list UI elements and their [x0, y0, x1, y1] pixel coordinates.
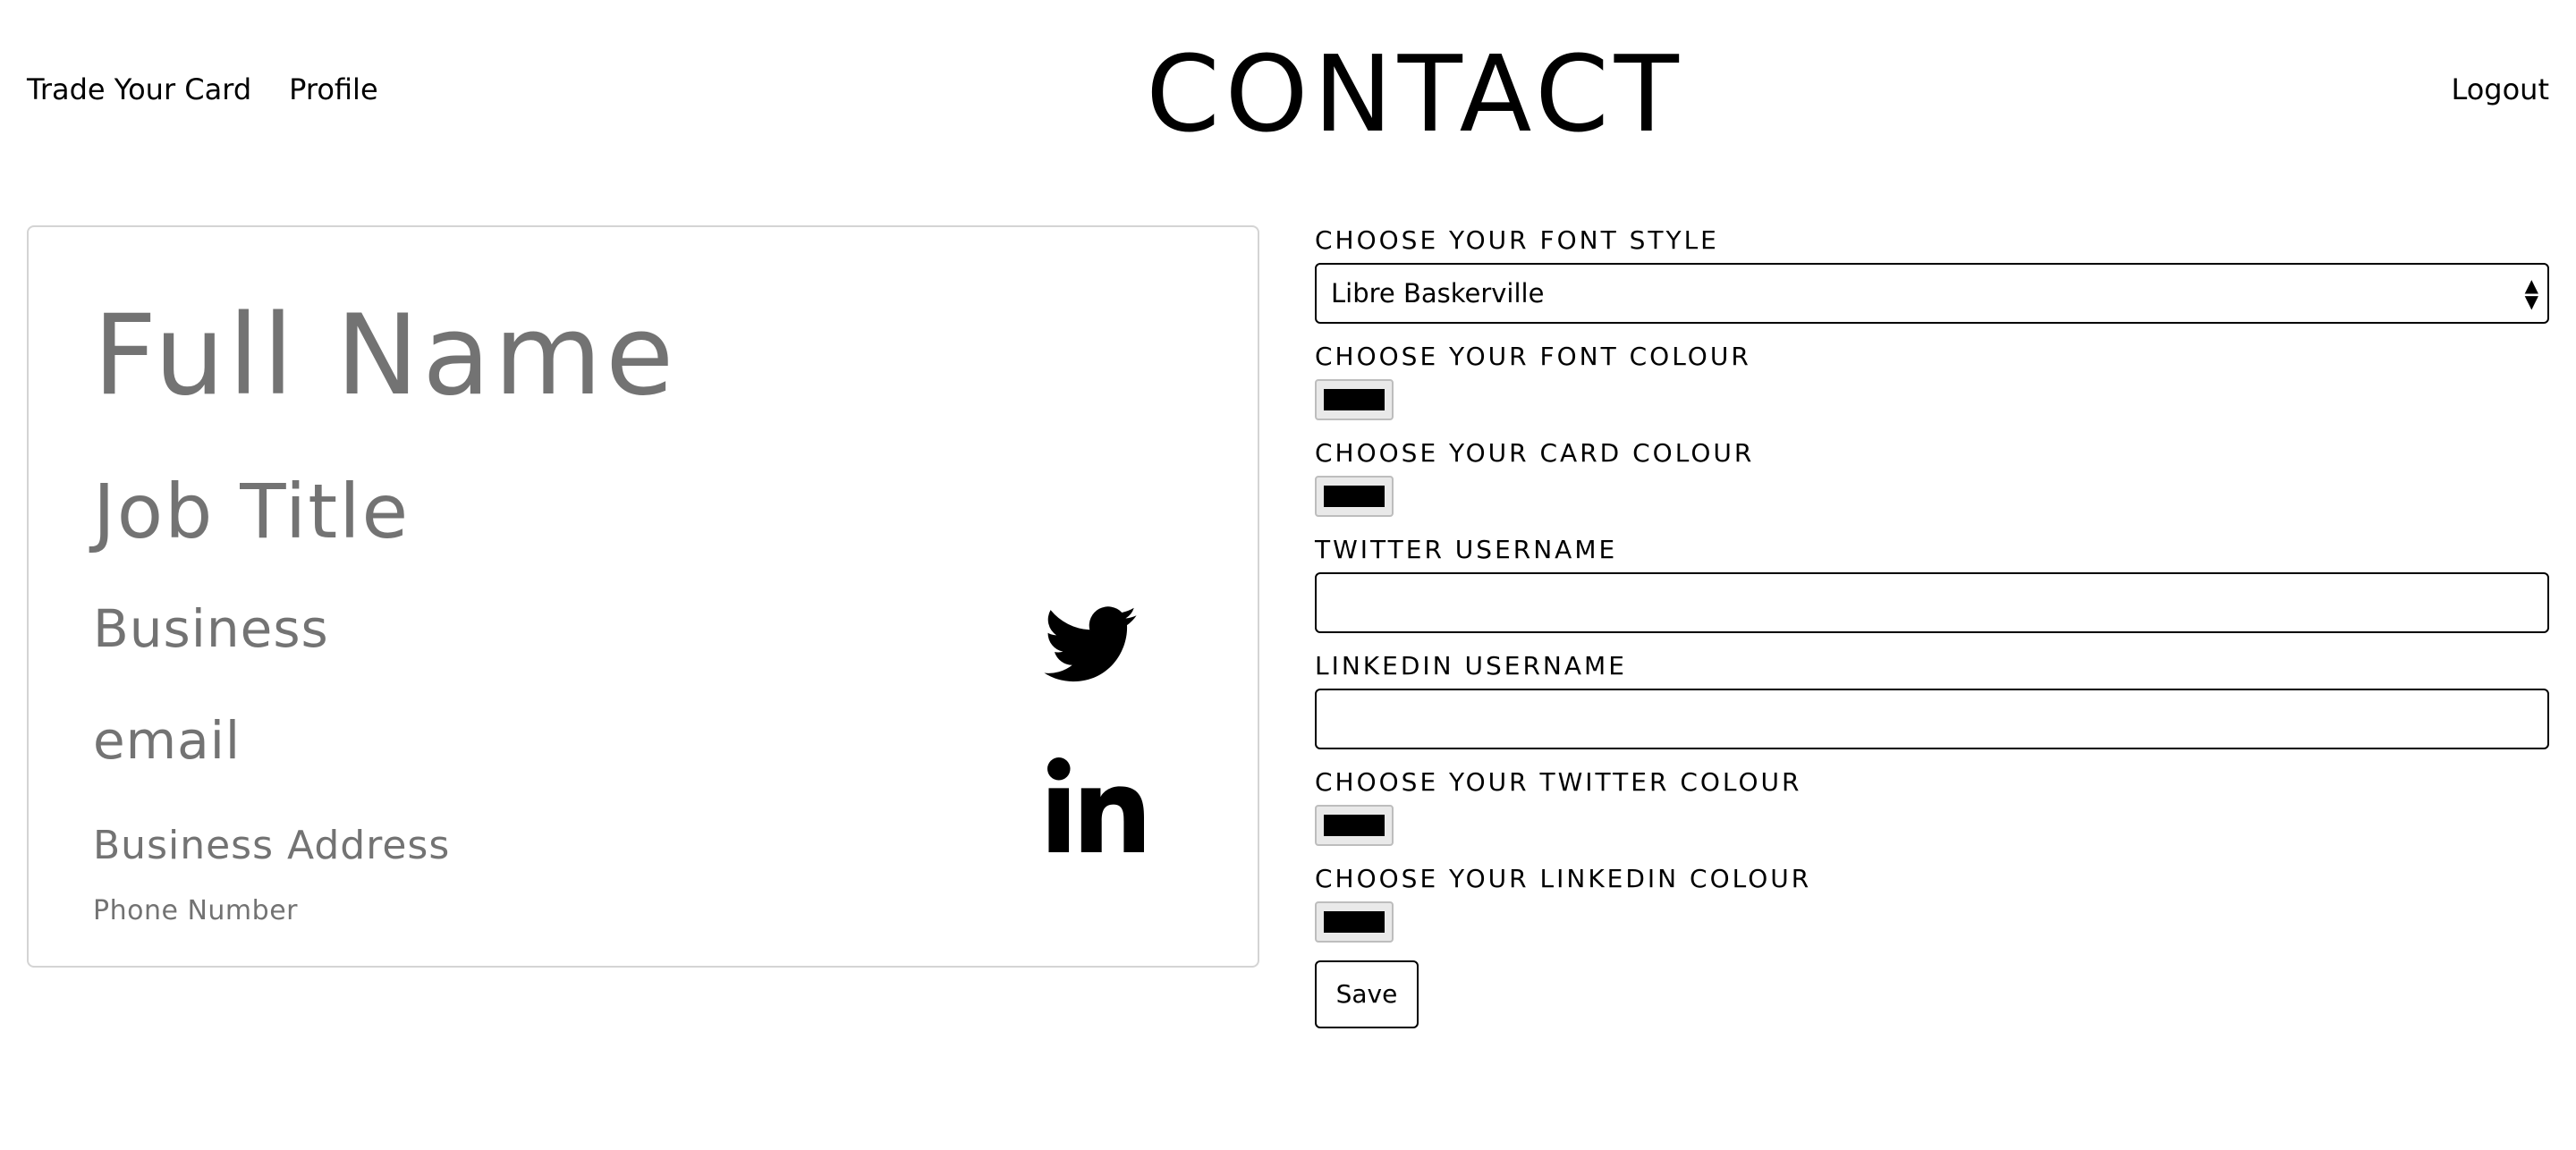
select-arrows-icon: ▲ ▼: [2524, 275, 2538, 312]
font-colour-swatch: [1324, 389, 1385, 410]
twitter-username-input[interactable]: [1315, 572, 2549, 633]
logout-link[interactable]: Logout: [2451, 72, 2549, 107]
card-business: Business: [93, 598, 329, 659]
business-card-preview: Full Name Job Title Business email Busin…: [27, 225, 1259, 968]
linkedin-colour-label: CHOOSE YOUR LINKEDIN COLOUR: [1315, 864, 1812, 893]
card-colour-picker[interactable]: [1315, 476, 1394, 517]
page: Trade Your Card Profile CONTACT Logout F…: [0, 0, 2576, 1150]
twitter-colour-swatch: [1324, 815, 1385, 836]
font-style-selected-value: Libre Baskerville: [1331, 278, 1545, 309]
card-phone-number: Phone Number: [93, 895, 298, 926]
font-style-select[interactable]: Libre Baskerville ▲ ▼: [1315, 263, 2549, 324]
page-title: CONTACT: [1146, 32, 1684, 156]
twitter-icon[interactable]: [1043, 606, 1138, 683]
linkedin-username-input[interactable]: [1315, 689, 2549, 749]
font-colour-picker[interactable]: [1315, 379, 1394, 420]
card-colour-swatch: [1324, 486, 1385, 507]
linkedin-username-label: LINKEDIN USERNAME: [1315, 651, 1627, 681]
twitter-colour-label: CHOOSE YOUR TWITTER COLOUR: [1315, 767, 1802, 797]
card-email: email: [93, 710, 241, 771]
card-job-title: Job Title: [93, 468, 411, 555]
twitter-username-label: TWITTER USERNAME: [1315, 535, 1618, 564]
linkedin-icon[interactable]: [1046, 757, 1145, 853]
card-colour-label: CHOOSE YOUR CARD COLOUR: [1315, 438, 1755, 468]
card-business-address: Business Address: [93, 823, 451, 868]
card-full-name: Full Name: [93, 292, 678, 420]
font-style-label: CHOOSE YOUR FONT STYLE: [1315, 225, 1719, 255]
font-colour-label: CHOOSE YOUR FONT COLOUR: [1315, 342, 1751, 371]
twitter-colour-picker[interactable]: [1315, 805, 1394, 846]
linkedin-colour-swatch: [1324, 911, 1385, 933]
save-button[interactable]: Save: [1315, 960, 1419, 1028]
linkedin-colour-picker[interactable]: [1315, 901, 1394, 943]
